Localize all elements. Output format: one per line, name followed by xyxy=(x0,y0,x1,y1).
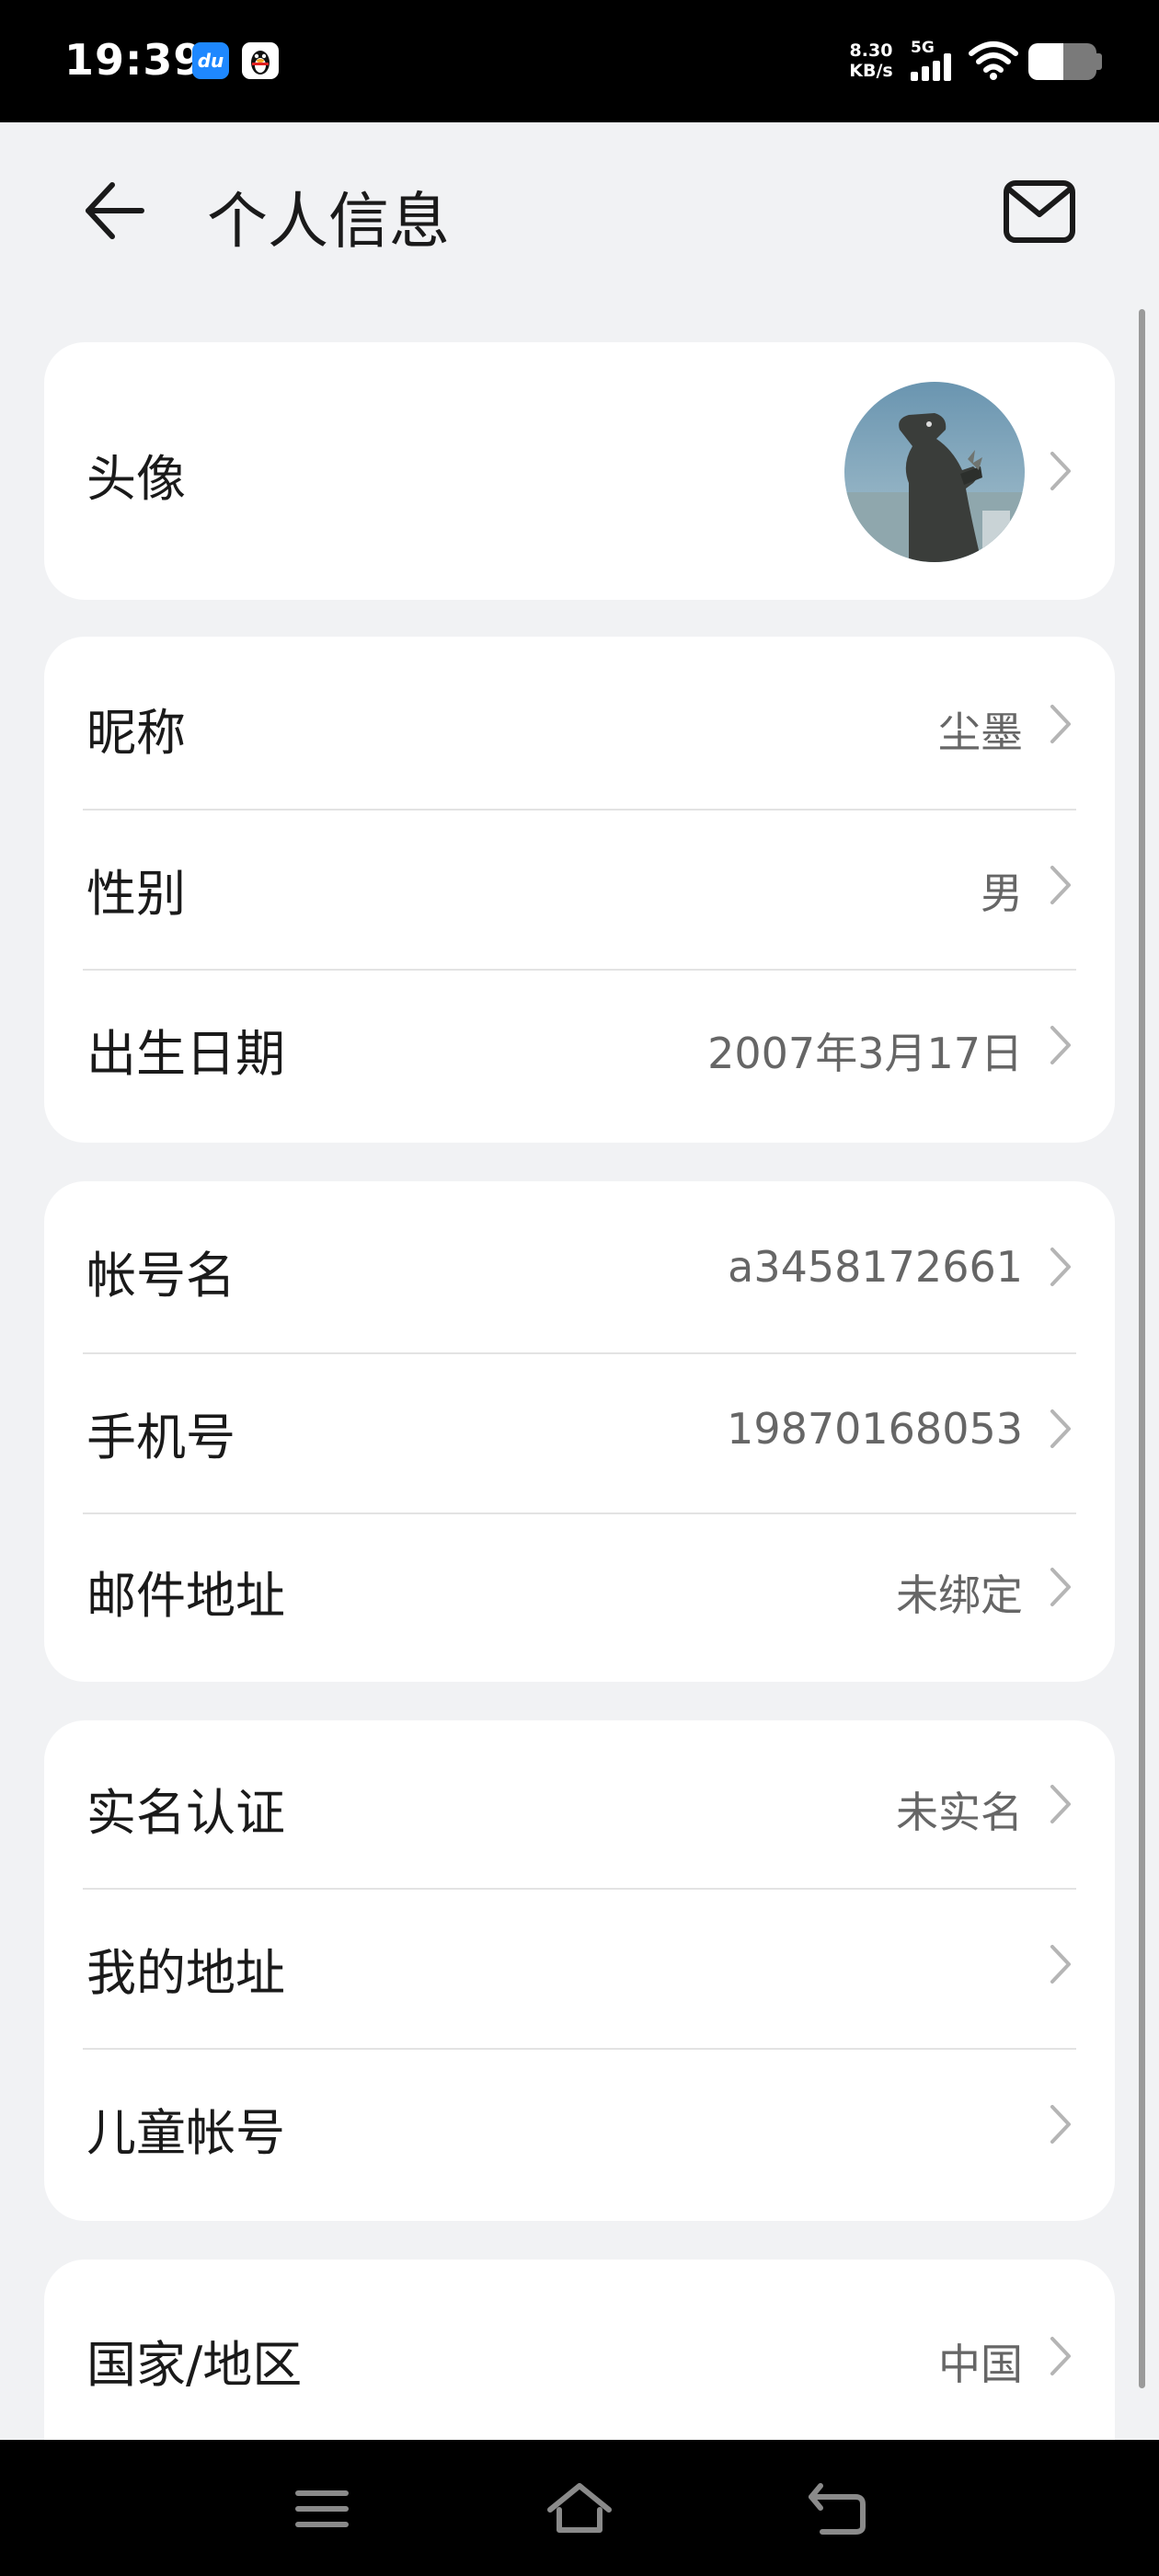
real-name-row[interactable]: 实名认证 未实名 xyxy=(44,1720,1115,1888)
scrollbar[interactable] xyxy=(1139,309,1145,2388)
chevron-right-icon xyxy=(1050,866,1071,904)
avatar xyxy=(844,382,1025,562)
mail-icon[interactable] xyxy=(1003,179,1076,244)
security-card: 实名认证 未实名 我的地址 儿童帐号 xyxy=(44,1720,1115,2221)
account-name-row[interactable]: 帐号名 a3458172661 xyxy=(44,1181,1115,1352)
chevron-right-icon xyxy=(1050,1945,1071,1984)
row-value: 尘墨 xyxy=(938,707,1023,757)
network-speed-value: 8.30 xyxy=(849,40,893,61)
row-label: 国家/地区 xyxy=(86,2336,303,2394)
row-label: 手机号 xyxy=(86,1409,235,1466)
row-value: 未实名 xyxy=(896,1788,1023,1837)
wifi-icon xyxy=(969,41,1018,80)
chevron-right-icon xyxy=(1050,1568,1071,1606)
chevron-right-icon xyxy=(1050,452,1071,490)
row-value: 男 xyxy=(981,868,1023,918)
battery-level xyxy=(1028,43,1063,80)
battery-cap xyxy=(1096,53,1102,70)
chevron-right-icon xyxy=(1050,705,1071,743)
menu-icon[interactable] xyxy=(285,2477,359,2541)
status-time: 19:39 xyxy=(64,35,204,85)
row-label: 实名认证 xyxy=(86,1784,285,1842)
avatar-card: 头像 xyxy=(44,342,1115,600)
row-value: 2007年3月17日 xyxy=(707,1029,1023,1078)
page-title: 个人信息 xyxy=(207,186,450,257)
avatar-row[interactable]: 头像 xyxy=(44,342,1115,600)
row-label: 邮件地址 xyxy=(86,1567,285,1625)
birthdate-row[interactable]: 出生日期 2007年3月17日 xyxy=(44,971,1115,1143)
row-value: a3458172661 xyxy=(728,1242,1023,1292)
qq-penguin-icon xyxy=(242,42,279,79)
battery-icon xyxy=(1028,43,1096,80)
child-account-row[interactable]: 儿童帐号 xyxy=(44,2050,1115,2221)
chevron-right-icon xyxy=(1050,1785,1071,1823)
chevron-right-icon xyxy=(1050,2105,1071,2144)
nickname-row[interactable]: 昵称 尘墨 xyxy=(44,637,1115,810)
chevron-right-icon xyxy=(1050,1248,1071,1286)
region-row[interactable]: 国家/地区 中国 xyxy=(44,2260,1115,2444)
chevron-right-icon xyxy=(1050,1026,1071,1064)
navigation-bar xyxy=(0,2440,1159,2576)
row-label: 帐号名 xyxy=(86,1247,235,1305)
phone-row[interactable]: 手机号 19870168053 xyxy=(44,1354,1115,1512)
row-value: 未绑定 xyxy=(896,1570,1023,1620)
row-label: 性别 xyxy=(86,865,186,923)
row-label: 昵称 xyxy=(86,704,186,762)
signal-strength-icon xyxy=(911,53,951,81)
account-card: 帐号名 a3458172661 手机号 19870168053 邮件地址 未绑定 xyxy=(44,1181,1115,1682)
row-label: 出生日期 xyxy=(86,1025,285,1083)
profile-card: 昵称 尘墨 性别 男 出生日期 2007年3月17日 xyxy=(44,637,1115,1143)
home-icon[interactable] xyxy=(543,2477,616,2541)
page-header: 个人信息 xyxy=(0,122,1159,306)
chevron-right-icon xyxy=(1050,2337,1071,2375)
arrow-left-icon[interactable] xyxy=(81,178,147,244)
email-row[interactable]: 邮件地址 未绑定 xyxy=(44,1514,1115,1682)
row-label: 我的地址 xyxy=(86,1944,285,2002)
network-speed: 8.30 KB/s xyxy=(839,40,903,81)
baidu-du-icon: du xyxy=(192,42,229,79)
back-icon[interactable] xyxy=(800,2477,874,2541)
row-value: 19870168053 xyxy=(727,1404,1023,1454)
gender-row[interactable]: 性别 男 xyxy=(44,811,1115,969)
row-label: 儿童帐号 xyxy=(86,2104,285,2162)
network-speed-unit: KB/s xyxy=(849,61,893,81)
row-value: 中国 xyxy=(938,2340,1023,2389)
avatar-label: 头像 xyxy=(86,450,186,508)
chevron-right-icon xyxy=(1050,1409,1071,1448)
status-bar: 19:39 du 8.30 KB/s 5G xyxy=(0,0,1159,122)
my-address-row[interactable]: 我的地址 xyxy=(44,1890,1115,2048)
